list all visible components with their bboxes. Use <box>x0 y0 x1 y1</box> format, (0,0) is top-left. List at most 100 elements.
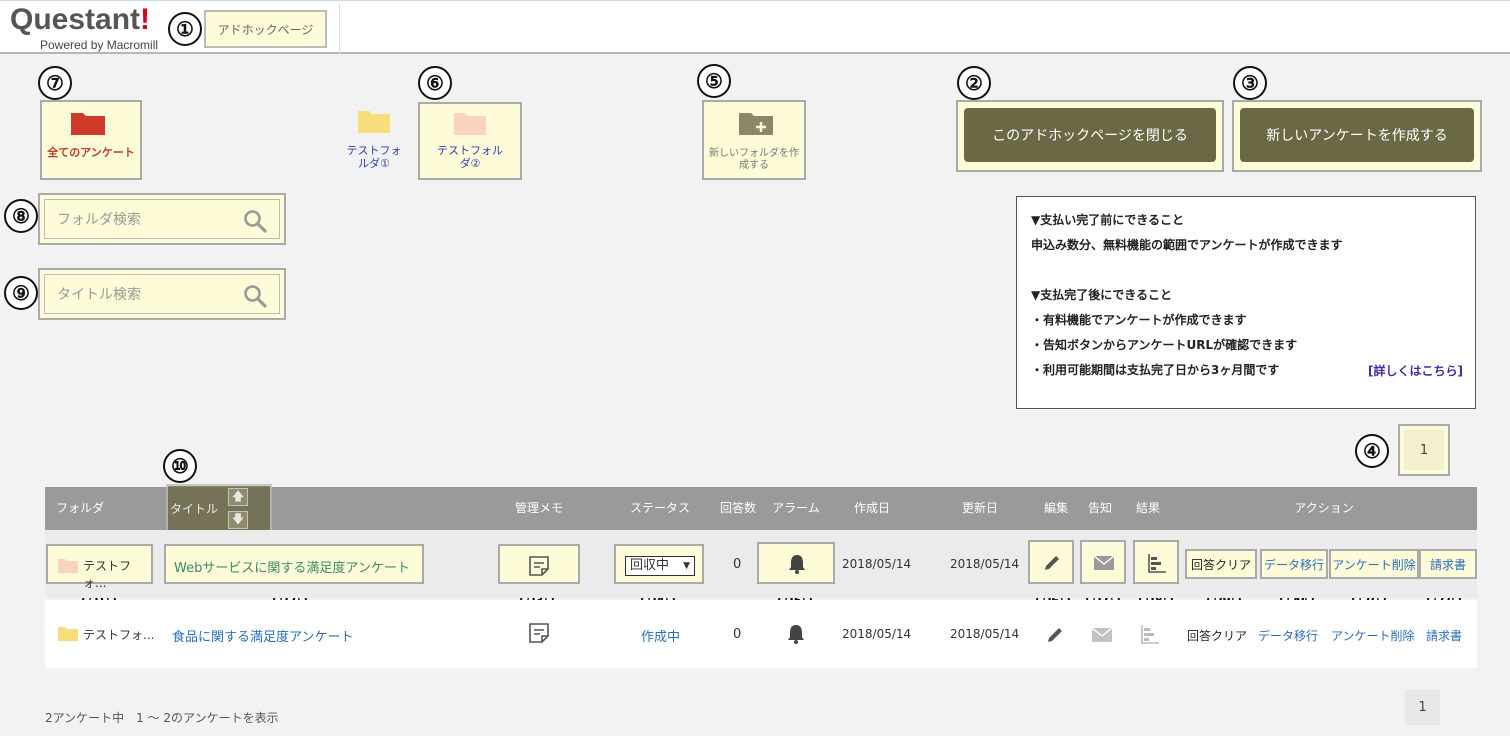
marker-5: ⑤ <box>697 64 731 98</box>
info-line <box>1031 261 1461 286</box>
folder-icon-yellow <box>358 111 390 133</box>
info-line: 申込み数分、無料機能の範囲でアンケートが作成できます <box>1031 238 1343 252</box>
row2-invoice[interactable]: 請求書 <box>1426 627 1462 644</box>
folder-search-wrapper: フォルダ検索 <box>38 193 286 245</box>
row1-status[interactable]: 回収中 ▼ <box>614 544 704 584</box>
info-line: ・告知ボタンからアンケートURLが確認できます <box>1031 338 1298 352</box>
row2-updated: 2018/05/14 <box>950 627 1020 641</box>
chevron-down-icon: ▼ <box>683 561 690 571</box>
row1-title[interactable]: Webサービスに関する満足度アンケート <box>164 544 424 584</box>
row1-memo[interactable] <box>498 544 580 584</box>
marker-10: ⑩ <box>163 449 197 483</box>
info-line: ・有料機能でアンケートが作成できます <box>1031 313 1247 327</box>
row2-clear-answers[interactable]: 回答クリア <box>1187 627 1247 644</box>
col-title: タイトル <box>170 502 219 516</box>
title-search-placeholder: タイトル検索 <box>57 287 141 303</box>
mail-icon[interactable] <box>1091 627 1113 643</box>
row1-answers: 0 <box>733 557 742 572</box>
folder-icon-pink <box>58 559 78 573</box>
col-alarm: アラーム <box>772 501 820 515</box>
search-icon[interactable] <box>243 284 267 308</box>
all-surveys-label: 全てのアンケート <box>47 146 135 159</box>
marker-4: ④ <box>1355 434 1389 468</box>
logo-subtitle: Powered by Macromill <box>40 38 159 52</box>
row2-created: 2018/05/14 <box>842 627 912 641</box>
payment-info-box: ▼支払い完了前にできること 申込み数分、無料機能の範囲でアンケートが作成できます… <box>1016 196 1476 409</box>
all-surveys-folder[interactable]: 全てのアンケート <box>40 100 142 180</box>
marker-2: ② <box>957 66 991 100</box>
col-action: アクション <box>1294 501 1354 515</box>
new-folder-label: 新しいフォルダを作成する <box>709 148 799 171</box>
row1-delete-survey[interactable]: アンケート削除 <box>1329 549 1419 579</box>
page-number-bottom[interactable]: 1 <box>1405 690 1440 725</box>
row1-clear-answers[interactable]: 回答クリア <box>1185 549 1257 579</box>
survey-count-summary: 2アンケート中 1 ～ 2のアンケートを表示 <box>45 711 279 725</box>
col-memo: 管理メモ <box>514 501 563 515</box>
col-edit: 編集 <box>1043 501 1068 515</box>
col-created: 作成日 <box>853 501 890 515</box>
info-line: ▼支払い完了前にできること <box>1031 213 1184 227</box>
marker-1: ① <box>168 12 202 46</box>
folder-test-2-label: テストフォルダ② <box>437 144 503 170</box>
row1-folder[interactable]: テストフォ... <box>46 544 153 590</box>
bell-icon[interactable] <box>787 624 805 644</box>
row1-title-link[interactable]: Webサービスに関する満足度アンケート <box>174 557 410 576</box>
row2-title-link[interactable]: 食品に関する満足度アンケート <box>172 626 353 645</box>
col-answers: 回答数 <box>719 501 756 515</box>
row2-data-migrate[interactable]: データ移行 <box>1258 627 1318 644</box>
status-select[interactable]: 回収中 ▼ <box>625 556 695 576</box>
title-sort-header[interactable]: タイトル 🡅 🡇 <box>166 484 272 533</box>
col-updated: 更新日 <box>961 501 998 515</box>
row1-data-migrate[interactable]: データ移行 <box>1260 549 1328 579</box>
bar-chart-icon <box>1148 554 1166 573</box>
sort-asc-icon[interactable]: 🡅 <box>228 488 248 506</box>
pencil-icon[interactable] <box>1046 626 1064 644</box>
bell-icon <box>789 555 805 574</box>
title-search-wrapper: タイトル検索 <box>38 268 286 320</box>
row2-delete-survey[interactable]: アンケート削除 <box>1331 627 1415 644</box>
pagination-top-wrapper: 1 <box>1398 424 1450 476</box>
logo-text: Questant! <box>10 3 151 36</box>
title-search-input[interactable]: タイトル検索 <box>44 274 280 314</box>
row1-updated: 2018/05/14 <box>950 557 1020 571</box>
memo-icon[interactable] <box>528 622 550 644</box>
header: Questant! Powered by Macromill アドホックページ <box>0 0 1510 55</box>
new-survey-wrapper: 新しいアンケートを作成する <box>1232 100 1482 172</box>
folder-test-1-label: テストフォルダ① <box>346 144 402 170</box>
bar-chart-icon[interactable] <box>1140 624 1160 644</box>
row2-status[interactable]: 作成中 <box>641 626 680 645</box>
new-folder-button[interactable]: 新しいフォルダを作成する <box>702 100 806 180</box>
marker-8: ⑧ <box>4 199 38 233</box>
new-survey-button[interactable]: 新しいアンケートを作成する <box>1240 108 1474 162</box>
folder-search-placeholder: フォルダ検索 <box>57 212 141 228</box>
marker-6: ⑥ <box>418 66 452 100</box>
col-notice: 告知 <box>1087 501 1112 515</box>
search-icon[interactable] <box>243 209 267 233</box>
mail-icon <box>1093 555 1115 570</box>
col-status: ステータス <box>629 501 690 515</box>
row1-folder-name: テストフォ... <box>83 559 132 590</box>
col-result: 結果 <box>1135 501 1160 515</box>
close-adhoc-button[interactable]: このアドホックページを閉じる <box>964 108 1216 162</box>
row1-edit[interactable] <box>1028 540 1074 584</box>
row1-notice[interactable] <box>1080 540 1126 584</box>
folder-search-input[interactable]: フォルダ検索 <box>44 199 280 239</box>
row2-folder-name[interactable]: テストフォ... <box>83 626 154 643</box>
row1-result[interactable] <box>1133 540 1179 584</box>
marker-3: ③ <box>1233 66 1267 100</box>
status-value: 回収中 <box>630 558 670 573</box>
row1-invoice[interactable]: 請求書 <box>1419 549 1477 579</box>
folder-icon-yellow <box>58 627 78 641</box>
sort-desc-icon[interactable]: 🡇 <box>228 511 248 529</box>
pencil-icon <box>1045 556 1059 570</box>
details-link[interactable]: [詳しくはこちら] <box>1368 362 1463 379</box>
row1-alarm[interactable] <box>757 542 835 584</box>
marker-7: ⑦ <box>38 66 72 100</box>
folder-icon-pink <box>454 113 486 135</box>
page-number-top[interactable]: 1 <box>1404 430 1444 470</box>
col-folder: フォルダ <box>55 501 104 515</box>
memo-icon <box>529 556 549 576</box>
folder-test-1[interactable]: テストフォルダ① <box>340 102 408 172</box>
folder-test-2[interactable]: テストフォルダ② <box>418 102 522 180</box>
marker-9: ⑨ <box>4 276 38 310</box>
